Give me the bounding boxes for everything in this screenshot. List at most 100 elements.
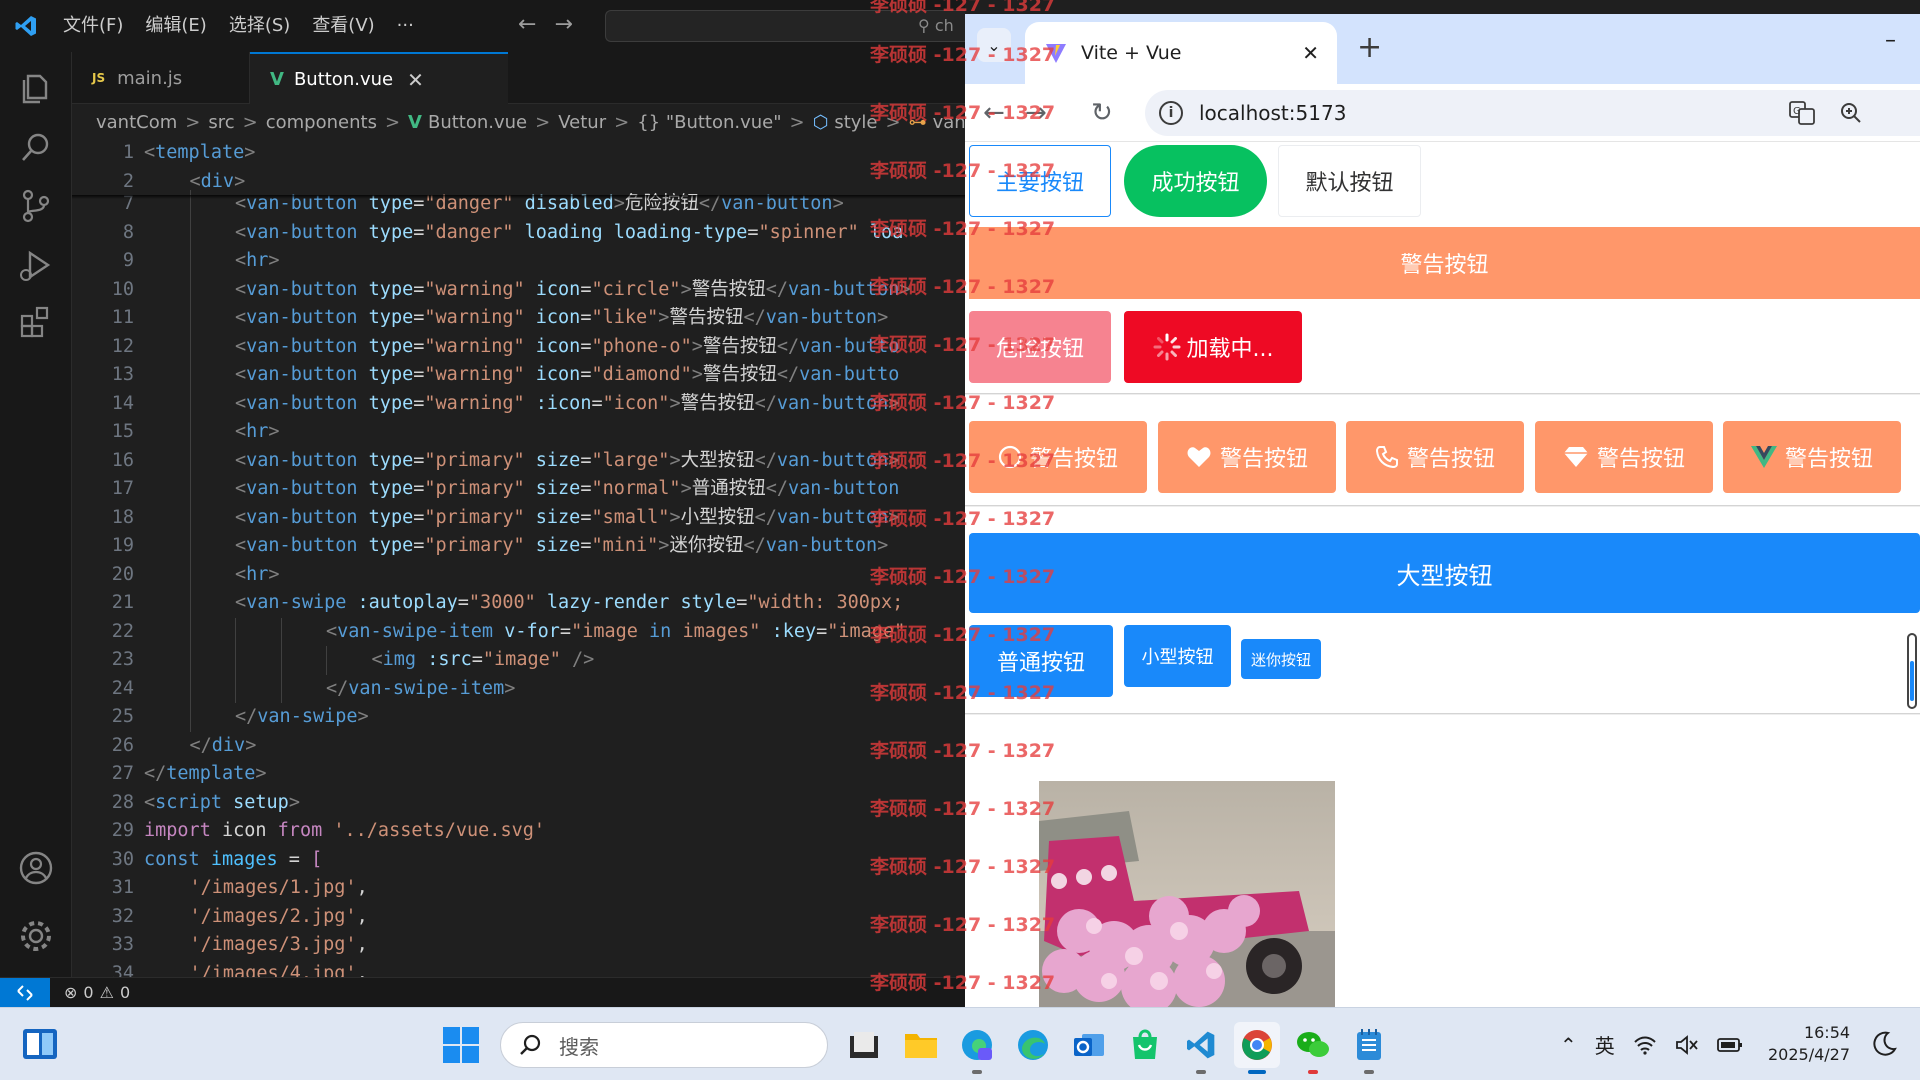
- remote-button[interactable]: [0, 978, 50, 1008]
- warning-block-button[interactable]: 警告按钮: [969, 227, 1920, 299]
- warning-like-button[interactable]: 警告按钮: [1158, 421, 1336, 493]
- menu-selection[interactable]: 选择(S): [218, 0, 301, 52]
- problems-indicator[interactable]: ⊗ 0 ⚠ 0: [64, 978, 130, 1008]
- battery-icon[interactable]: [1716, 1036, 1743, 1054]
- reload-icon[interactable]: ↻: [1091, 98, 1113, 128]
- code-line[interactable]: 20 <hr>: [72, 560, 965, 589]
- code-line[interactable]: 34 '/images/4.jpg',: [72, 960, 965, 978]
- warning-phone-button[interactable]: 警告按钮: [1346, 421, 1524, 493]
- danger-loading-button[interactable]: 加载中...: [1124, 311, 1302, 383]
- breadcrumb-item[interactable]: vantCom: [96, 112, 177, 133]
- code-line[interactable]: 10 <van-button type="warning" icon="circl…: [72, 275, 965, 304]
- large-button[interactable]: 大型按钮: [969, 533, 1920, 613]
- explorer-icon[interactable]: [16, 68, 56, 108]
- small-button[interactable]: 小型按钮: [1124, 625, 1231, 687]
- code-line[interactable]: 27 </template>: [72, 760, 965, 789]
- taskbar-app-store-icon[interactable]: [1122, 1022, 1168, 1068]
- extensions-icon[interactable]: [16, 302, 56, 342]
- forward-arrow-icon[interactable]: →: [554, 12, 572, 37]
- breadcrumb-item[interactable]: Button.vue: [428, 112, 527, 133]
- menu-edit[interactable]: 编辑(E): [134, 0, 217, 52]
- windows-start-icon[interactable]: [442, 1026, 480, 1064]
- code-line[interactable]: 31 '/images/1.jpg',: [72, 874, 965, 903]
- forward-arrow-icon[interactable]: →: [1025, 98, 1047, 128]
- back-arrow-icon[interactable]: ←: [983, 98, 1005, 128]
- taskbar-app-wechat-icon[interactable]: [1290, 1022, 1336, 1074]
- code-line[interactable]: 16 <van-button type="primary" size="large…: [72, 446, 965, 475]
- input-method-indicator[interactable]: 英: [1595, 1030, 1615, 1059]
- taskbar-app-vscode-icon[interactable]: [1178, 1022, 1224, 1074]
- code-line[interactable]: 11 <van-button type="warning" icon="like"…: [72, 304, 965, 333]
- breadcrumb-item[interactable]: components: [266, 112, 377, 133]
- menu-view[interactable]: 查看(V): [301, 0, 385, 52]
- code-editor[interactable]: 1 <template> 2 <div> 7 <van-button type="dang…: [72, 139, 965, 977]
- swipe-carousel-image[interactable]: [1039, 781, 1335, 1007]
- code-line[interactable]: 9 <hr>: [72, 247, 965, 276]
- code-line[interactable]: 15 <hr>: [72, 418, 965, 447]
- primary-button[interactable]: 主要按钮: [969, 145, 1111, 217]
- breadcrumb-item[interactable]: style: [834, 112, 877, 133]
- code-line[interactable]: 17 <van-button type="primary" size="norma…: [72, 475, 965, 504]
- taskbar-app-outlook-icon[interactable]: [1066, 1022, 1112, 1068]
- taskbar-app-chrome-icon[interactable]: [1234, 1022, 1280, 1074]
- code-line[interactable]: 13 <van-button type="warning" icon="diamo…: [72, 361, 965, 390]
- wifi-icon[interactable]: [1633, 1035, 1657, 1055]
- warning-circle-button[interactable]: 警告按钮: [969, 421, 1147, 493]
- code-line[interactable]: 24 </van-swipe-item>: [72, 674, 965, 703]
- back-arrow-icon[interactable]: ←: [518, 12, 536, 37]
- zoom-icon[interactable]: [1839, 101, 1863, 125]
- code-line[interactable]: 12 <van-button type="warning" icon="phone…: [72, 332, 965, 361]
- minimize-icon[interactable]: –: [1885, 28, 1896, 53]
- close-icon[interactable]: ✕: [407, 68, 424, 92]
- breadcrumb-item[interactable]: van-swipe: [933, 112, 965, 133]
- breadcrumb-item[interactable]: {} "Button.vue": [637, 112, 781, 133]
- tab-search-button[interactable]: ⌄: [977, 28, 1011, 62]
- code-line[interactable]: 30 const images = [: [72, 846, 965, 875]
- code-line[interactable]: 18 <van-button type="primary" size="small…: [72, 503, 965, 532]
- menu-file[interactable]: 文件(F): [52, 0, 134, 52]
- menu-more[interactable]: ···: [386, 0, 425, 52]
- taskbar-search[interactable]: 搜索: [500, 1022, 828, 1068]
- code-line[interactable]: 23 <img :src="image" />: [72, 646, 965, 675]
- taskbar-app-explorer-icon[interactable]: [842, 1022, 888, 1068]
- scrollbar[interactable]: [1907, 633, 1917, 709]
- mini-button[interactable]: 迷你按钮: [1241, 639, 1321, 679]
- code-line[interactable]: 32 '/images/2.jpg',: [72, 903, 965, 932]
- account-icon[interactable]: [16, 848, 56, 888]
- taskbar-app-folder-icon[interactable]: [898, 1022, 944, 1068]
- breadcrumb-item[interactable]: src: [208, 112, 234, 133]
- address-bar[interactable]: i localhost:5173 G: [1145, 90, 1920, 136]
- tab-button-vue[interactable]: V Button.vue ✕: [250, 52, 508, 105]
- taskbar-app-edge-icon[interactable]: [1010, 1022, 1056, 1068]
- code-line[interactable]: 25 </van-swipe>: [72, 703, 965, 732]
- warning-diamond-button[interactable]: 警告按钮: [1535, 421, 1713, 493]
- new-tab-button[interactable]: +: [1357, 30, 1382, 65]
- source-control-icon[interactable]: [16, 186, 56, 226]
- widgets-icon[interactable]: [22, 1028, 58, 1060]
- notification-moon-icon[interactable]: [1870, 1030, 1898, 1058]
- chevron-up-icon[interactable]: ⌃: [1560, 1033, 1577, 1057]
- browser-tab[interactable]: Vite + Vue ✕: [1025, 22, 1337, 84]
- speaker-muted-icon[interactable]: [1675, 1034, 1699, 1055]
- taskbar-app-edge-copilot-icon[interactable]: [954, 1022, 1000, 1074]
- code-line[interactable]: 26 </div>: [72, 732, 965, 761]
- gear-icon[interactable]: [16, 916, 56, 956]
- command-center-search[interactable]: ⚲ ch: [605, 10, 965, 42]
- default-button[interactable]: 默认按钮: [1278, 145, 1421, 217]
- normal-button[interactable]: 普通按钮: [969, 625, 1113, 697]
- translate-icon[interactable]: G: [1789, 101, 1815, 125]
- code-line[interactable]: 19 <van-button type="primary" size="mini"…: [72, 532, 965, 561]
- site-info-icon[interactable]: i: [1159, 101, 1183, 125]
- code-line[interactable]: 14 <van-button type="warning" :icon="icon…: [72, 389, 965, 418]
- code-line[interactable]: 33 '/images/3.jpg',: [72, 931, 965, 960]
- warning-custom-icon-button[interactable]: 警告按钮: [1723, 421, 1901, 493]
- code-line[interactable]: 21 <van-swipe :autoplay="3000" lazy-rende…: [72, 589, 965, 618]
- tab-main-js[interactable]: JS main.js: [72, 52, 250, 104]
- taskbar-app-notepad-icon[interactable]: [1346, 1022, 1392, 1074]
- code-line[interactable]: 29 import icon from '../assets/vue.svg': [72, 817, 965, 846]
- code-line[interactable]: 22 <van-swipe-item v-for="image in images…: [72, 617, 965, 646]
- search-icon[interactable]: [16, 128, 56, 168]
- breadcrumb-item[interactable]: Vetur: [558, 112, 606, 133]
- run-debug-icon[interactable]: [16, 245, 56, 285]
- system-clock[interactable]: 16:54 2025/4/27: [1768, 1022, 1850, 1066]
